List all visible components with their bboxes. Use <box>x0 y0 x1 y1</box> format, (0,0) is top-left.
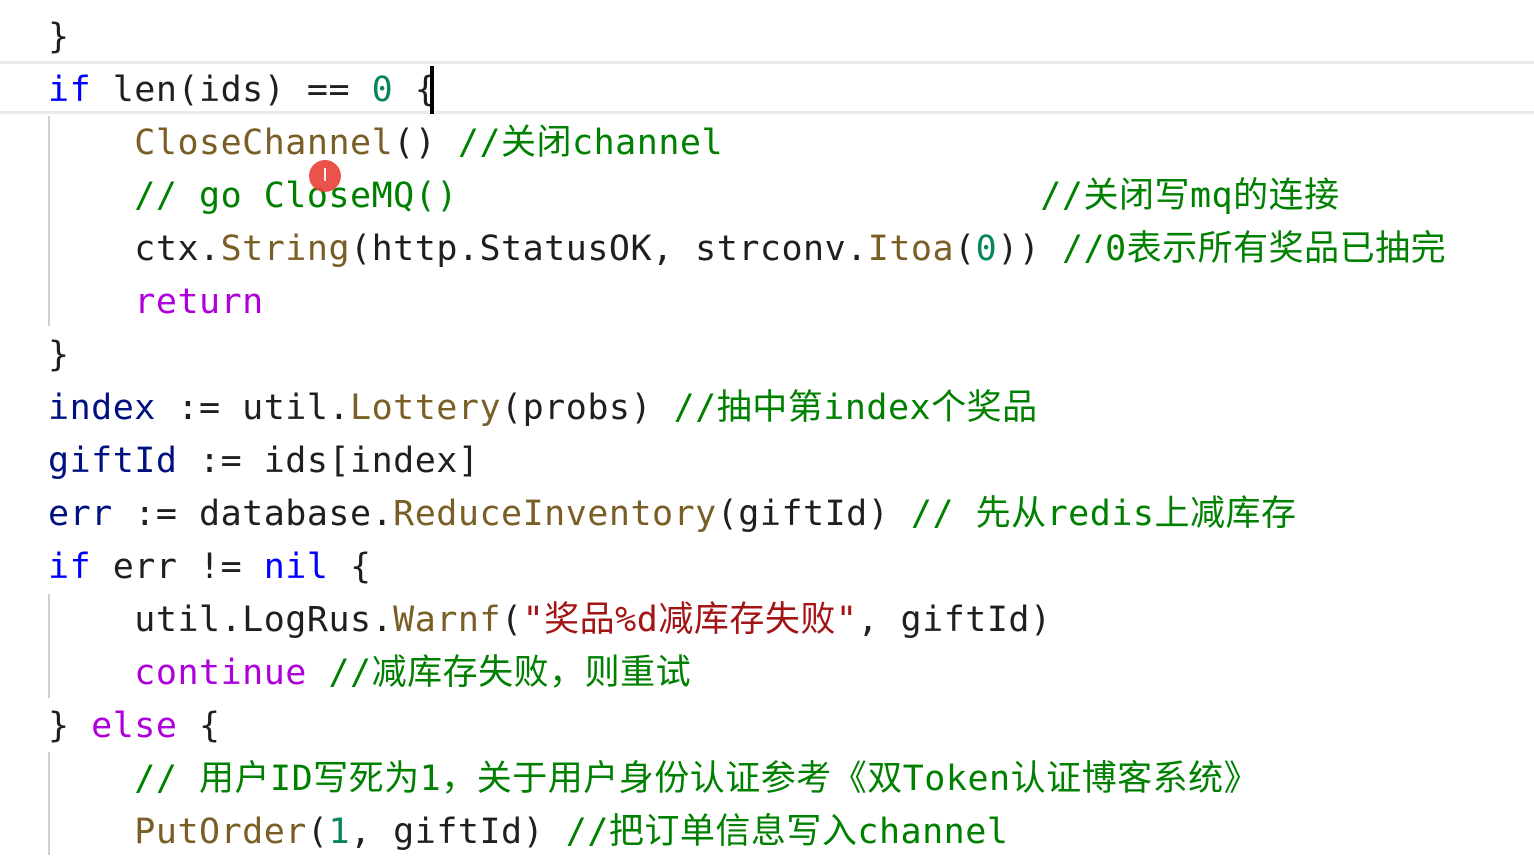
code-token: err != <box>91 547 264 587</box>
code-token: PutOrder <box>134 812 307 852</box>
code-token: nil <box>263 547 329 587</box>
indent-guide <box>48 116 50 326</box>
code-token: } <box>48 17 70 57</box>
code-token: (probs) <box>501 388 674 428</box>
code-editor[interactable]: PutOrder(1, giftId) //把订单信息写入channel // … <box>0 0 1534 855</box>
code-token: 0 <box>371 70 394 110</box>
code-text: } else { <box>48 700 221 753</box>
code-text: ctx.String(http.StatusOK, strconv.Itoa(0… <box>48 223 1446 276</box>
code-token: "奖品%d减库存失败" <box>522 600 858 640</box>
code-token: return <box>134 282 264 322</box>
code-text: err := database.ReduceInventory(giftId) … <box>48 488 1296 541</box>
code-token: CloseChannel <box>134 123 394 163</box>
code-token: := ids[index] <box>177 441 480 481</box>
code-token: ctx <box>134 229 200 269</box>
code-token: (giftId) <box>716 494 911 534</box>
indent-guide <box>48 752 50 855</box>
code-token: )) <box>997 229 1062 269</box>
code-token: } <box>48 335 70 375</box>
code-text: giftId := ids[index] <box>48 435 479 488</box>
code-token: //减库存失败，则重试 <box>328 653 692 693</box>
code-token: 1 <box>328 812 351 852</box>
code-token: util.LogRus. <box>134 600 394 640</box>
code-text: continue //减库存失败，则重试 <box>48 647 691 700</box>
code-text: // 用户ID写死为1，关于用户身份认证参考《双Token认证博客系统》 <box>48 753 1259 806</box>
code-token: , giftId) <box>857 600 1052 640</box>
code-text: // go CloseMQ() //关闭写mq的连接 <box>48 170 1340 223</box>
code-token: ReduceInventory <box>393 494 717 534</box>
code-text: return <box>48 276 264 329</box>
code-token: len( <box>91 70 200 110</box>
code-token: ids <box>199 70 264 110</box>
code-token: () <box>393 123 458 163</box>
code-text: util.LogRus.Warnf("奖品%d减库存失败", giftId) <box>48 594 1052 647</box>
code-token: // 用户ID写死为1，关于用户身份认证参考《双Token认证博客系统》 <box>134 759 1260 799</box>
code-token: index <box>48 388 156 428</box>
code-text: } <box>48 11 70 64</box>
code-token: Warnf <box>393 600 502 640</box>
code-token: Itoa <box>867 229 955 269</box>
code-token: , giftId) <box>350 812 566 852</box>
code-token: else <box>91 706 178 746</box>
code-text: index := util.Lottery(probs) //抽中第index个… <box>48 382 1038 435</box>
code-token: { <box>328 547 372 587</box>
indent-guide <box>48 594 50 698</box>
code-token: String <box>220 229 351 269</box>
code-text: PutOrder(1, giftId) //把订单信息写入channel <box>48 806 1008 859</box>
code-token: . <box>199 229 221 269</box>
code-token: // 先从redis上减库存 <box>910 494 1297 534</box>
code-token: ( <box>306 812 329 852</box>
code-text: CloseChannel() //关闭channel <box>48 117 723 170</box>
code-token: //0表示所有奖品已抽完 <box>1061 229 1447 269</box>
code-token: (http.StatusOK, strconv. <box>350 229 868 269</box>
code-token: } <box>48 706 92 746</box>
code-token: //把订单信息写入channel <box>565 812 1009 852</box>
code-token: { <box>177 706 221 746</box>
code-token: ( <box>501 600 523 640</box>
code-token: giftId <box>48 441 178 481</box>
code-line-current[interactable]: if len(ids) == 0 { <box>0 61 1534 114</box>
code-text: if len(ids) == 0 { <box>48 64 436 117</box>
code-text: if err != nil { <box>48 541 372 594</box>
code-token: if <box>48 70 92 110</box>
code-token: 0 <box>975 229 998 269</box>
code-token: err <box>48 494 113 534</box>
code-token: Lottery <box>350 388 502 428</box>
code-token: := database. <box>112 494 394 534</box>
code-text: } <box>48 329 70 382</box>
code-token: := util. <box>155 388 351 428</box>
code-token: //抽中第index个奖品 <box>673 388 1038 428</box>
code-token: if <box>48 547 92 587</box>
code-token: continue <box>134 653 307 693</box>
code-token: //关闭channel <box>457 123 724 163</box>
code-token: ( <box>954 229 976 269</box>
code-token: ) == <box>263 70 372 110</box>
text-cursor-icon: I <box>309 160 341 192</box>
text-caret <box>430 66 434 114</box>
